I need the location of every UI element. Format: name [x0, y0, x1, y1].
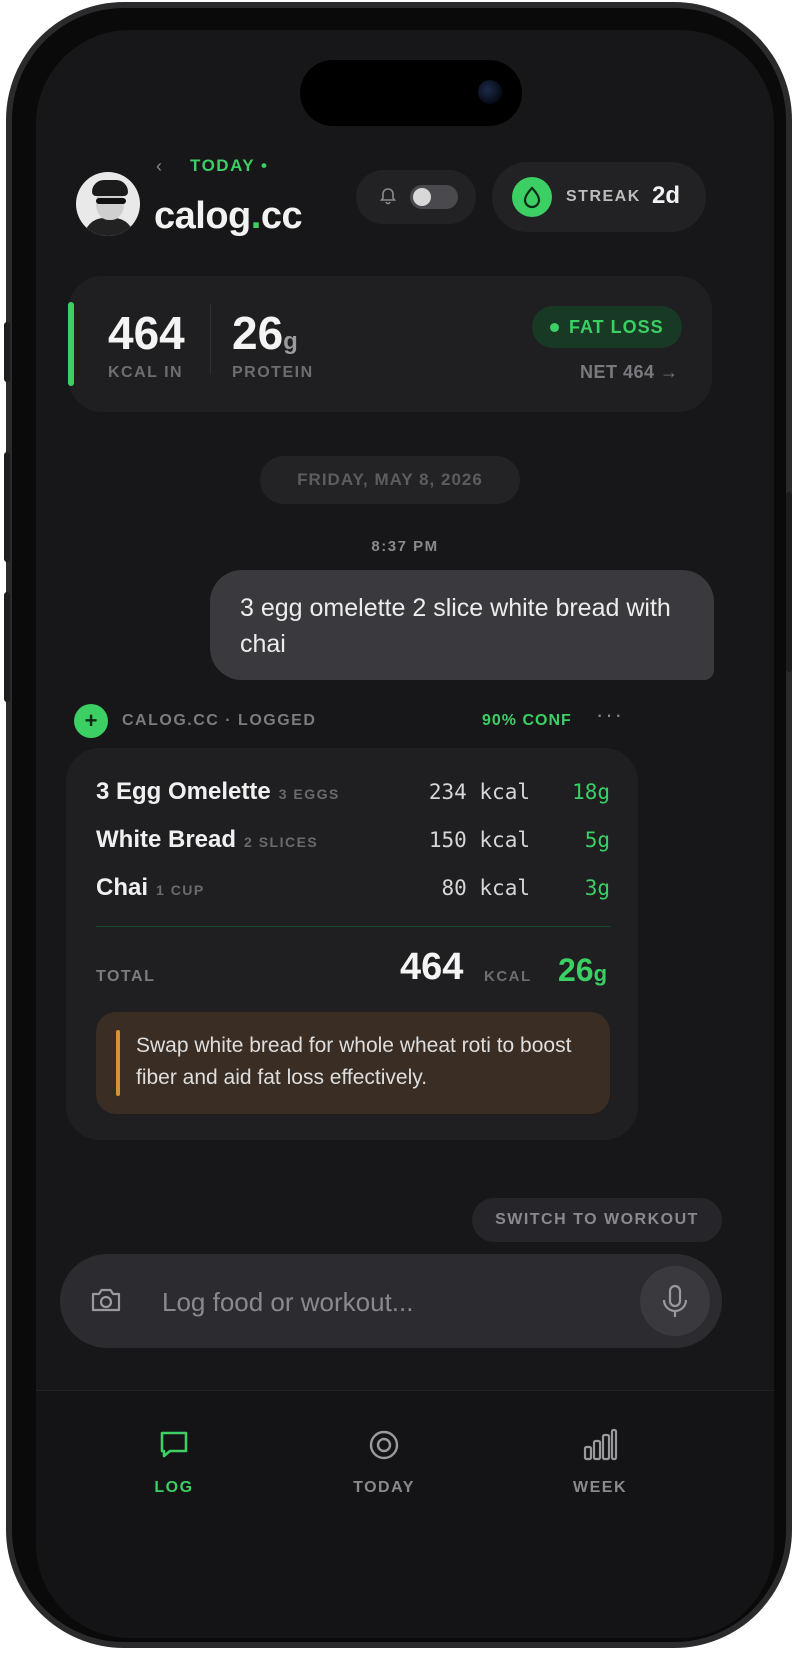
bot-name: CALOG.CC · LOGGED [122, 712, 317, 729]
today-label[interactable]: TODAY • [190, 156, 269, 176]
nutrition-tip: Swap white bread for whole wheat roti to… [96, 1012, 610, 1114]
chat-bubble-icon [160, 1431, 188, 1458]
food-item-row[interactable]: 3 Egg Omelette 3 EGGS 234 kcal 18g [96, 778, 610, 818]
protein-value: 26g [232, 307, 298, 359]
phone-frame: ‹ TODAY • calog.cc STREAK 2d 464 KCAL IN… [4, 2, 792, 1648]
food-qty: 2 SLICES [244, 834, 319, 850]
user-message-bubble[interactable]: 3 egg omelette 2 slice white bread with … [210, 570, 714, 680]
dynamic-island [300, 60, 522, 126]
streak-value: 2d [652, 182, 681, 209]
total-label: TOTAL [96, 968, 156, 985]
confidence-label: 90% CONF [482, 712, 572, 729]
bell-icon [379, 188, 397, 205]
food-qty: 3 EGGS [278, 786, 340, 802]
food-kcal: 150 kcal [428, 828, 530, 852]
food-name: Chai [96, 874, 149, 901]
notification-toggle[interactable] [356, 170, 476, 224]
food-log-card[interactable]: 3 Egg Omelette 3 EGGS 234 kcal 18g White … [66, 748, 638, 1140]
protein-label: PROTEIN [232, 364, 314, 381]
date-separator: FRIDAY, MAY 8, 2026 [260, 456, 520, 504]
food-protein: 5g [584, 828, 610, 852]
phone-bezel: ‹ TODAY • calog.cc STREAK 2d 464 KCAL IN… [12, 8, 786, 1642]
food-name: 3 Egg Omelette [96, 778, 271, 805]
side-button [4, 592, 10, 702]
food-name: White Bread [96, 826, 237, 853]
total-protein: 26g [558, 952, 608, 988]
food-qty: 1 CUP [156, 882, 205, 898]
tip-accent-bar [116, 1030, 120, 1096]
app-title: calog.cc [154, 195, 303, 237]
daily-summary-card[interactable]: 464 KCAL IN 26g PROTEIN FAT LOSS NET 464… [68, 276, 712, 412]
streak-label: STREAK [566, 188, 641, 205]
toggle-switch[interactable] [410, 185, 458, 209]
divider [210, 304, 211, 374]
tab-log[interactable]: LOG [114, 1417, 234, 1527]
side-button [4, 322, 10, 382]
composer[interactable] [60, 1254, 722, 1348]
screen: ‹ TODAY • calog.cc STREAK 2d 464 KCAL IN… [36, 30, 774, 1638]
tab-bar: LOG TODAY WEEK [36, 1390, 774, 1638]
divider [96, 926, 610, 927]
target-icon [369, 1430, 399, 1460]
tab-week[interactable]: WEEK [540, 1417, 660, 1527]
net-link[interactable]: NET 464 → [580, 362, 679, 383]
flame-icon [512, 177, 552, 217]
bar-chart-icon [583, 1428, 618, 1461]
more-options-icon[interactable]: ··· [596, 702, 624, 728]
front-camera [478, 80, 502, 104]
microphone-button[interactable] [640, 1266, 710, 1336]
avatar[interactable] [76, 172, 140, 236]
status-dot-icon [550, 322, 559, 332]
goal-badge[interactable]: FAT LOSS [532, 306, 682, 348]
user-message-text: 3 egg omelette 2 slice white bread with … [240, 594, 671, 658]
microphone-icon [662, 1284, 688, 1317]
kcal-label: KCAL IN [108, 364, 184, 381]
total-kcal-label: KCAL [484, 968, 532, 985]
camera-icon[interactable] [88, 1282, 124, 1318]
kcal-value: 464 [108, 307, 185, 359]
food-kcal: 80 kcal [441, 876, 530, 900]
food-item-row[interactable]: White Bread 2 SLICES 150 kcal 5g [96, 826, 610, 866]
tab-today[interactable]: TODAY [324, 1417, 444, 1527]
switch-to-workout-button[interactable]: SWITCH TO WORKOUT [472, 1198, 722, 1242]
side-button [4, 452, 10, 562]
log-input[interactable] [160, 1278, 604, 1326]
side-button [786, 492, 792, 672]
food-item-row[interactable]: Chai 1 CUP 80 kcal 3g [96, 874, 610, 914]
total-kcal: 464 [400, 946, 464, 988]
food-protein: 18g [572, 780, 610, 804]
tip-text: Swap white bread for whole wheat roti to… [136, 1034, 572, 1089]
streak-badge[interactable]: STREAK 2d [492, 162, 706, 232]
food-kcal: 234 kcal [428, 780, 530, 804]
bot-avatar-icon: + [74, 704, 108, 738]
accent-bar [68, 302, 74, 386]
food-protein: 3g [584, 876, 610, 900]
back-arrow-icon[interactable]: ‹ [156, 156, 162, 177]
message-time: 8:37 PM [371, 538, 439, 555]
